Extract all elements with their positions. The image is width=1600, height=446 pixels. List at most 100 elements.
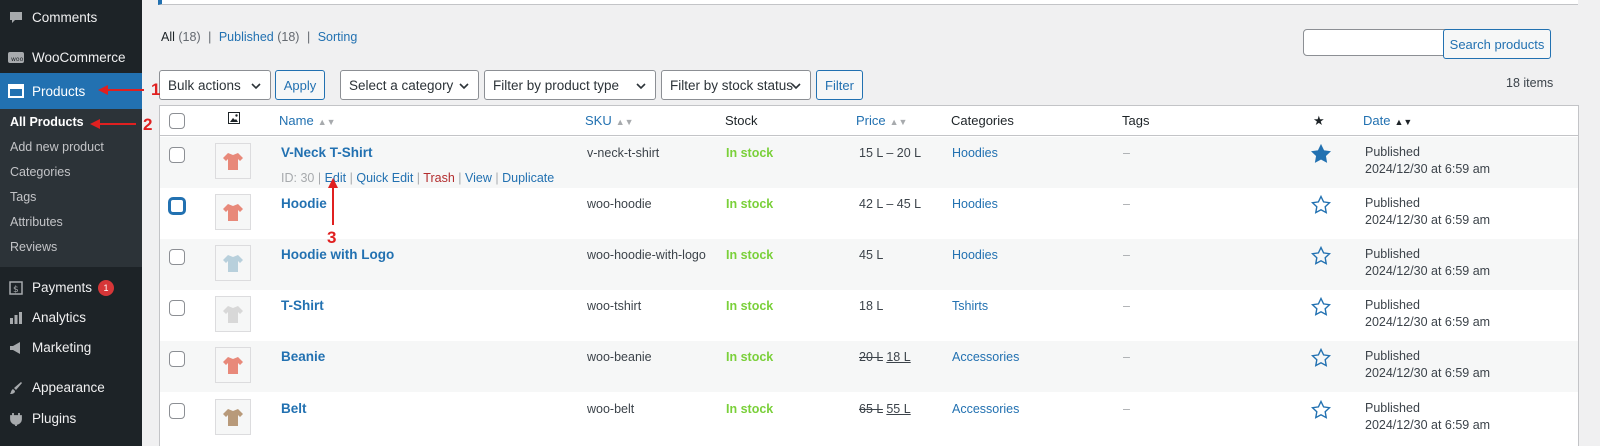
stock-status-select[interactable]: Filter by stock status xyxy=(661,70,811,100)
row-checkbox[interactable] xyxy=(169,300,185,316)
submenu-attributes[interactable]: Attributes xyxy=(10,215,63,229)
select-value: Filter by product type xyxy=(493,77,620,93)
sku-value: woo-hoodie xyxy=(587,197,652,211)
svg-text:woo: woo xyxy=(11,56,24,63)
menu-plugins[interactable]: Plugins xyxy=(0,403,142,434)
menu-label: Products xyxy=(32,83,86,99)
product-name-link[interactable]: Beanie xyxy=(281,349,325,364)
row-actions: ID: 30 | Edit | Quick Edit | Trash | Vie… xyxy=(281,171,554,185)
product-thumbnail[interactable] xyxy=(215,245,251,281)
search-input[interactable] xyxy=(1303,29,1461,56)
header-name[interactable]: Name ▲▼ xyxy=(279,113,336,128)
quick-edit-link[interactable]: Quick Edit xyxy=(356,171,413,185)
category-link[interactable]: Accessories xyxy=(952,402,1019,416)
select-value: Filter by stock status xyxy=(670,77,794,93)
submenu-categories[interactable]: Categories xyxy=(10,165,70,179)
product-thumbnail[interactable] xyxy=(215,347,251,383)
items-count: 18 items xyxy=(1506,76,1554,90)
apply-button[interactable]: Apply xyxy=(275,70,325,100)
edit-link[interactable]: Edit xyxy=(325,171,347,185)
header-date[interactable]: Date ▲▼ xyxy=(1363,113,1412,128)
tags-value: – xyxy=(1123,248,1130,262)
product-thumbnail[interactable] xyxy=(215,194,251,230)
product-name-link[interactable]: V-Neck T-Shirt xyxy=(281,145,373,160)
menu-label: Plugins xyxy=(32,411,77,426)
chevron-down-icon xyxy=(459,83,469,90)
stock-status: In stock xyxy=(726,299,774,313)
menu-woocommerce[interactable]: woo WooCommerce xyxy=(0,42,142,73)
filter-button[interactable]: Filter xyxy=(816,70,863,100)
header-price[interactable]: Price ▲▼ xyxy=(856,113,907,128)
bulk-actions-select[interactable]: Bulk actions xyxy=(159,70,271,100)
separator: | xyxy=(208,30,212,44)
featured-star-icon[interactable]: ★ xyxy=(1313,113,1325,129)
row-checkbox[interactable] xyxy=(169,147,185,163)
menu-marketing[interactable]: Marketing xyxy=(0,332,142,363)
separator: | xyxy=(458,171,462,185)
price-cell: 65 L 55 L xyxy=(859,402,911,416)
sku-value: woo-belt xyxy=(587,402,635,416)
product-thumbnail[interactable] xyxy=(215,143,251,179)
row-checkbox[interactable] xyxy=(169,403,185,419)
product-name-link[interactable]: T-Shirt xyxy=(281,298,324,313)
view-sorting[interactable]: Sorting xyxy=(318,30,358,44)
submenu-all-products[interactable]: All Products xyxy=(10,115,84,129)
select-value: Bulk actions xyxy=(168,77,241,93)
price-cell: 15 L – 20 L xyxy=(859,146,921,160)
row-checkbox[interactable] xyxy=(169,198,185,214)
header-sku[interactable]: SKU ▲▼ xyxy=(585,113,634,128)
menu-comments[interactable]: Comments xyxy=(0,2,142,33)
submenu-reviews[interactable]: Reviews xyxy=(10,240,57,254)
regular-price: 65 L xyxy=(859,402,883,416)
duplicate-link[interactable]: Duplicate xyxy=(502,171,554,185)
submenu-add-new-product[interactable]: Add new product xyxy=(10,140,104,154)
submenu-tags[interactable]: Tags xyxy=(10,190,36,204)
category-link[interactable]: Hoodies xyxy=(952,146,998,160)
menu-appearance[interactable]: Appearance xyxy=(0,372,142,403)
sort-desc-icon: ▲▼ xyxy=(1394,117,1413,127)
chevron-down-icon xyxy=(791,83,801,90)
plug-icon xyxy=(8,411,24,427)
product-name-link[interactable]: Belt xyxy=(281,401,307,416)
publish-date: 2024/12/30 at 6:59 am xyxy=(1365,162,1491,176)
category-link[interactable]: Hoodies xyxy=(952,248,998,262)
view-published[interactable]: Published xyxy=(219,30,274,44)
products-icon xyxy=(8,83,24,99)
view-link[interactable]: View xyxy=(465,171,492,185)
category-link[interactable]: Hoodies xyxy=(952,197,998,211)
product-thumbnail[interactable] xyxy=(215,296,251,332)
product-type-select[interactable]: Filter by product type xyxy=(484,70,656,100)
product-name-link[interactable]: Hoodie xyxy=(281,196,327,211)
menu-products[interactable]: Products xyxy=(0,73,142,109)
category-link[interactable]: Tshirts xyxy=(952,299,988,313)
featured-star-icon[interactable] xyxy=(1311,297,1331,317)
publish-status: Published xyxy=(1365,247,1420,261)
sale-price: 18 L xyxy=(886,350,911,364)
menu-payments[interactable]: $ Payments 1 xyxy=(0,272,142,303)
product-thumbnail[interactable] xyxy=(215,399,251,435)
featured-star-icon[interactable] xyxy=(1311,195,1331,215)
product-name-link[interactable]: Hoodie with Logo xyxy=(281,247,394,262)
sku-value: woo-hoodie-with-logo xyxy=(587,248,706,262)
featured-star-icon[interactable] xyxy=(1311,246,1331,266)
publish-date: 2024/12/30 at 6:59 am xyxy=(1365,366,1491,380)
row-checkbox[interactable] xyxy=(169,249,185,265)
menu-label: Marketing xyxy=(32,340,92,355)
stock-status: In stock xyxy=(726,146,774,160)
row-checkbox[interactable] xyxy=(169,351,185,367)
trash-link[interactable]: Trash xyxy=(423,171,455,185)
category-select[interactable]: Select a category xyxy=(340,70,479,100)
select-value: Select a category xyxy=(349,77,454,93)
menu-analytics[interactable]: Analytics xyxy=(0,302,142,333)
view-all[interactable]: All xyxy=(161,30,175,44)
menu-label: Analytics xyxy=(32,310,87,325)
featured-star-icon[interactable] xyxy=(1311,400,1331,420)
header-label: SKU xyxy=(585,113,612,128)
featured-star-icon[interactable] xyxy=(1311,144,1331,164)
select-all-checkbox[interactable] xyxy=(169,113,185,129)
category-link[interactable]: Accessories xyxy=(952,350,1019,364)
main-content: All (18) | Published (18) | Sorting Sear… xyxy=(142,0,1600,446)
sale-price: 55 L xyxy=(886,402,911,416)
search-products-button[interactable]: Search products xyxy=(1443,29,1551,59)
featured-star-icon[interactable] xyxy=(1311,348,1331,368)
